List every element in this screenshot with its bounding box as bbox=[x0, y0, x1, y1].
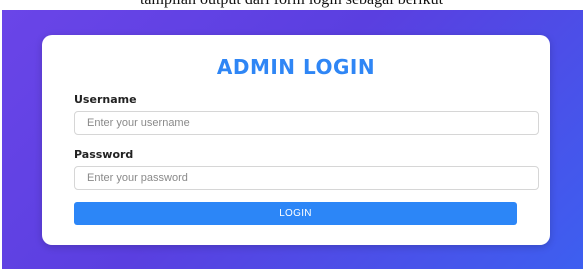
partial-caption-text: tampilan output dari form login sebagai … bbox=[0, 0, 583, 9]
login-button[interactable]: LOGIN bbox=[74, 202, 517, 225]
page-title: ADMIN LOGIN bbox=[216, 55, 376, 79]
username-label: Username bbox=[74, 93, 137, 106]
password-input[interactable] bbox=[74, 166, 539, 190]
username-input[interactable] bbox=[74, 111, 539, 135]
password-label: Password bbox=[74, 148, 134, 161]
login-card: ADMIN LOGIN Username Password LOGIN bbox=[42, 35, 550, 245]
